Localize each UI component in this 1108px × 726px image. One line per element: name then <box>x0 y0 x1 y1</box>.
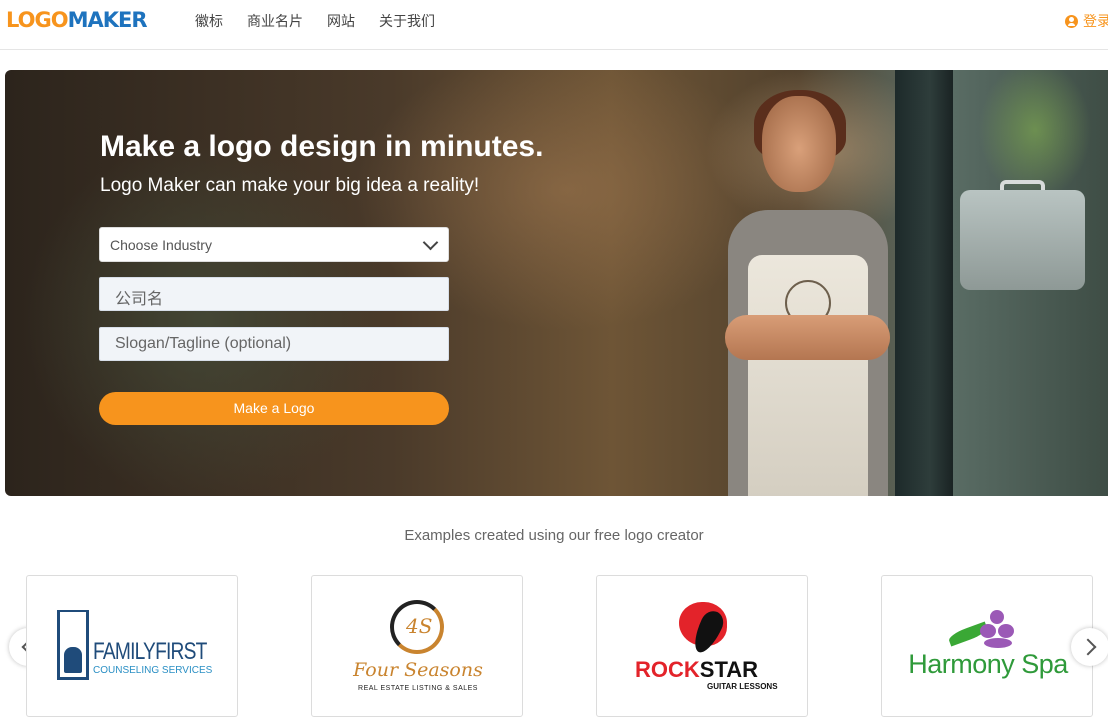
hero-title: Make a logo design in minutes. <box>100 130 544 163</box>
hero-bg-door <box>895 70 953 496</box>
person-head <box>762 96 836 192</box>
familyfirst-mark-icon <box>57 610 89 680</box>
harmony-spa-name: Harmony Spa <box>908 649 1068 679</box>
example-card-harmony-spa[interactable]: Harmony Spa <box>881 575 1093 717</box>
example-card-rockstar[interactable]: ROCKSTAR GUITAR LESSONS <box>596 575 808 717</box>
hero-person-image <box>720 90 895 496</box>
person-arms <box>725 315 890 360</box>
nav-item-about-us[interactable]: 关于我们 <box>379 11 435 31</box>
familyfirst-name: FAMILYFIRST <box>93 638 207 665</box>
nav-item-logos[interactable]: 徽标 <box>195 11 223 31</box>
four-seasons-monogram-icon: 4S <box>390 600 444 654</box>
site-logo[interactable]: LOGOMAKER <box>6 8 148 32</box>
example-card-familyfirst[interactable]: FAMILYFIRST COUNSELING SERVICES <box>26 575 238 717</box>
login-label: 登录 <box>1083 13 1108 29</box>
chevron-down-icon <box>422 234 439 251</box>
nav-item-business-cards[interactable]: 商业名片 <box>247 11 303 31</box>
four-seasons-name: Four Seasons <box>353 659 483 681</box>
familyfirst-tagline: COUNSELING SERVICES <box>93 665 213 676</box>
rockstar-tagline: GUITAR LESSONS <box>707 682 778 691</box>
user-circle-icon <box>1065 14 1078 28</box>
slogan-placeholder: Slogan/Tagline (optional) <box>115 335 292 352</box>
login-link[interactable]: 登录 <box>1065 11 1108 31</box>
hero-bg-suitcase <box>960 190 1085 290</box>
four-seasons-monogram: 4S <box>406 614 433 638</box>
slogan-input[interactable]: Slogan/Tagline (optional) <box>99 327 449 361</box>
industry-select[interactable]: Choose Industry <box>99 227 449 262</box>
rockstar-name: ROCKSTAR <box>635 657 758 683</box>
company-name-placeholder: 公司名 <box>115 291 164 308</box>
industry-select-value: Choose Industry <box>110 237 212 253</box>
nav-item-websites[interactable]: 网站 <box>327 11 355 31</box>
logo-text-maker: MAKER <box>67 8 148 32</box>
logo-text-logo: LOGO <box>6 8 69 32</box>
example-card-four-seasons[interactable]: 4S Four Seasons REAL ESTATE LISTING & SA… <box>311 575 523 717</box>
rockstar-name-star: STAR <box>699 657 759 682</box>
chevron-right-icon[interactable] <box>1071 628 1108 666</box>
main-nav: 徽标 商业名片 网站 关于我们 <box>195 11 435 31</box>
hero-banner: Make a logo design in minutes. Logo Make… <box>5 70 1108 496</box>
rockstar-name-rock: ROCK <box>635 657 700 682</box>
top-header: LOGOMAKER 徽标 商业名片 网站 关于我们 登录 <box>0 0 1108 50</box>
company-name-input[interactable]: 公司名 <box>99 277 449 311</box>
four-seasons-tagline: REAL ESTATE LISTING & SALES <box>358 685 478 692</box>
examples-title: Examples created using our free logo cre… <box>404 527 704 544</box>
hero-subtitle: Logo Maker can make your big idea a real… <box>100 175 480 196</box>
make-logo-button[interactable]: Make a Logo <box>99 392 449 425</box>
